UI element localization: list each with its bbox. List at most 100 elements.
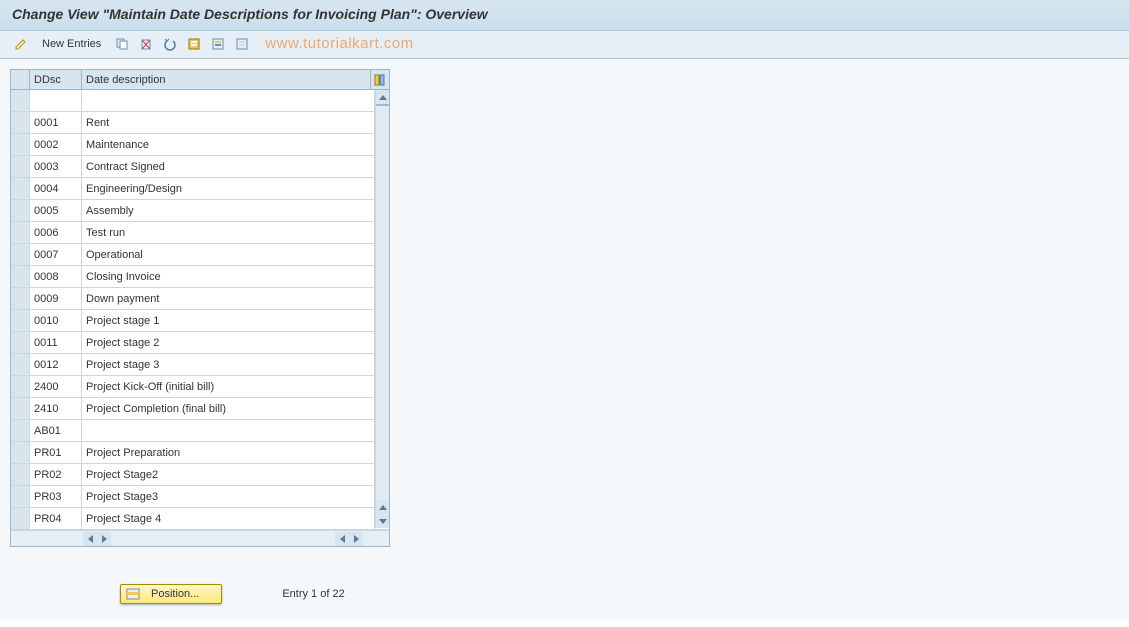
cell-ddsc[interactable]: 0005 (30, 200, 82, 221)
row-selector[interactable] (11, 266, 30, 287)
row-selector[interactable] (11, 310, 30, 331)
row-selector[interactable] (11, 398, 30, 419)
row-selector[interactable] (11, 464, 30, 485)
cell-ddsc[interactable]: 0006 (30, 222, 82, 243)
table-row[interactable] (11, 90, 389, 112)
table-row[interactable]: 0005Assembly (11, 200, 389, 222)
deselect-all-icon[interactable] (233, 35, 251, 53)
cell-description[interactable]: Project stage 3 (82, 354, 375, 375)
undo-icon[interactable] (161, 35, 179, 53)
row-selector[interactable] (11, 222, 30, 243)
cell-ddsc[interactable]: 0009 (30, 288, 82, 309)
position-button[interactable]: Position... (120, 584, 222, 604)
table-row[interactable]: AB01 (11, 420, 389, 442)
table-row[interactable]: 0007Operational (11, 244, 389, 266)
cell-ddsc[interactable]: PR02 (30, 464, 82, 485)
row-selector[interactable] (11, 200, 30, 221)
cell-description[interactable]: Contract Signed (82, 156, 375, 177)
table-row[interactable]: PR01Project Preparation (11, 442, 389, 464)
row-selector[interactable] (11, 442, 30, 463)
scroll-down-icon[interactable] (376, 514, 389, 528)
cell-ddsc[interactable]: 0002 (30, 134, 82, 155)
cell-ddsc[interactable]: 2410 (30, 398, 82, 419)
row-selector[interactable] (11, 486, 30, 507)
column-header-description[interactable]: Date description (82, 70, 371, 89)
table-row[interactable]: 0002Maintenance (11, 134, 389, 156)
cell-description[interactable]: Maintenance (82, 134, 375, 155)
table-row[interactable]: 2400Project Kick-Off (initial bill) (11, 376, 389, 398)
row-selector[interactable] (11, 156, 30, 177)
row-selector[interactable] (11, 420, 30, 441)
row-selector[interactable] (11, 332, 30, 353)
configure-columns-icon[interactable] (371, 70, 389, 89)
table-row[interactable]: 0004Engineering/Design (11, 178, 389, 200)
table-row[interactable]: PR04Project Stage 4 (11, 508, 389, 530)
cell-ddsc[interactable]: 0010 (30, 310, 82, 331)
cell-description[interactable]: Down payment (82, 288, 375, 309)
table-row[interactable]: 0008Closing Invoice (11, 266, 389, 288)
cell-description[interactable]: Closing Invoice (82, 266, 375, 287)
cell-ddsc[interactable]: PR04 (30, 508, 82, 529)
table-row[interactable]: PR03Project Stage3 (11, 486, 389, 508)
cell-ddsc[interactable]: 0007 (30, 244, 82, 265)
cell-ddsc[interactable]: PR01 (30, 442, 82, 463)
row-selector[interactable] (11, 354, 30, 375)
cell-ddsc[interactable]: 0011 (30, 332, 82, 353)
cell-description[interactable]: Project Preparation (82, 442, 375, 463)
copy-icon[interactable] (113, 35, 131, 53)
cell-ddsc[interactable] (30, 90, 82, 111)
scroll-right-icon[interactable] (97, 532, 111, 546)
row-selector[interactable] (11, 244, 30, 265)
cell-description[interactable]: Assembly (82, 200, 375, 221)
row-selector[interactable] (11, 90, 30, 111)
cell-ddsc[interactable]: 2400 (30, 376, 82, 397)
table-row[interactable]: PR02Project Stage2 (11, 464, 389, 486)
column-header-ddsc[interactable]: DDsc (30, 70, 82, 89)
row-selector[interactable] (11, 288, 30, 309)
cell-ddsc[interactable]: 0004 (30, 178, 82, 199)
scroll-left-end-icon[interactable] (335, 532, 349, 546)
row-selector[interactable] (11, 178, 30, 199)
table-row[interactable]: 0001Rent (11, 112, 389, 134)
select-block-icon[interactable] (209, 35, 227, 53)
scroll-up-icon[interactable] (376, 90, 389, 104)
scroll-page-up-icon[interactable] (376, 500, 389, 514)
row-selector[interactable] (11, 376, 30, 397)
vertical-scrollbar[interactable] (375, 90, 389, 528)
table-row[interactable]: 0003Contract Signed (11, 156, 389, 178)
cell-description[interactable] (82, 90, 375, 111)
cell-description[interactable]: Test run (82, 222, 375, 243)
cell-description[interactable]: Operational (82, 244, 375, 265)
cell-ddsc[interactable]: 0012 (30, 354, 82, 375)
cell-ddsc[interactable]: 0008 (30, 266, 82, 287)
change-icon[interactable] (12, 35, 30, 53)
row-selector[interactable] (11, 112, 30, 133)
cell-description[interactable]: Engineering/Design (82, 178, 375, 199)
cell-description[interactable]: Project Stage 4 (82, 508, 375, 529)
cell-description[interactable]: Project stage 1 (82, 310, 375, 331)
cell-description[interactable] (82, 420, 375, 441)
delete-icon[interactable] (137, 35, 155, 53)
select-all-icon[interactable] (185, 35, 203, 53)
table-row[interactable]: 0010Project stage 1 (11, 310, 389, 332)
row-selector[interactable] (11, 508, 30, 529)
scroll-right-end-icon[interactable] (349, 532, 363, 546)
cell-description[interactable]: Project Kick-Off (initial bill) (82, 376, 375, 397)
table-row[interactable]: 2410Project Completion (final bill) (11, 398, 389, 420)
row-selector[interactable] (11, 134, 30, 155)
cell-ddsc[interactable]: PR03 (30, 486, 82, 507)
cell-ddsc[interactable]: AB01 (30, 420, 82, 441)
cell-description[interactable]: Project stage 2 (82, 332, 375, 353)
cell-description[interactable]: Project Completion (final bill) (82, 398, 375, 419)
cell-ddsc[interactable]: 0003 (30, 156, 82, 177)
new-entries-button[interactable]: New Entries (36, 36, 107, 52)
table-row[interactable]: 0006Test run (11, 222, 389, 244)
scroll-left-icon[interactable] (83, 532, 97, 546)
cell-ddsc[interactable]: 0001 (30, 112, 82, 133)
cell-description[interactable]: Rent (82, 112, 375, 133)
table-row[interactable]: 0012Project stage 3 (11, 354, 389, 376)
cell-description[interactable]: Project Stage2 (82, 464, 375, 485)
select-all-header[interactable] (11, 70, 30, 89)
cell-description[interactable]: Project Stage3 (82, 486, 375, 507)
scroll-track[interactable] (376, 106, 389, 500)
